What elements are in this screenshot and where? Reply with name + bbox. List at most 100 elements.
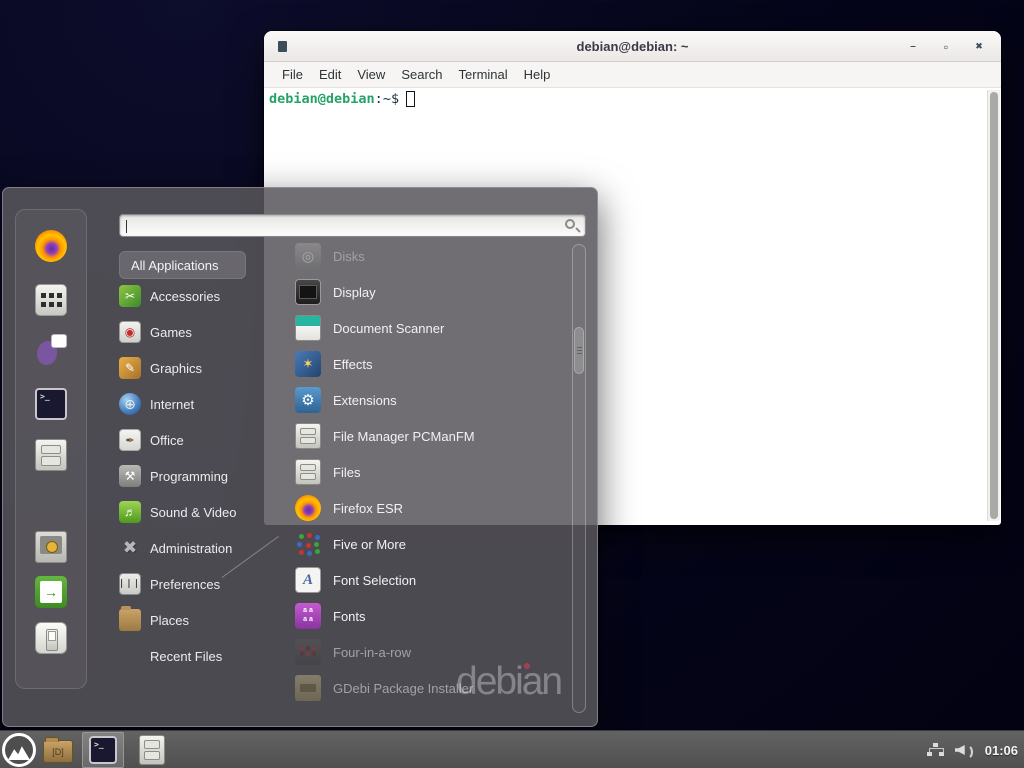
system-tray: 01:06 (927, 731, 1018, 768)
app-label: Fonts (333, 609, 366, 624)
category-item-games[interactable]: Games (119, 314, 271, 350)
favorite-file-manager[interactable] (35, 439, 67, 471)
favorite-pidgin[interactable] (35, 333, 67, 365)
category-item-places[interactable]: Places (119, 602, 271, 638)
app-item-fonts[interactable]: Fonts (283, 598, 570, 634)
file-manager-icon (295, 423, 321, 449)
administration-icon (119, 537, 141, 559)
lock-screen-icon (35, 531, 67, 563)
category-item-recent-files[interactable]: Recent Files (119, 638, 271, 674)
effects-icon (295, 351, 321, 377)
app-item-disks: Disks (283, 238, 570, 274)
category-label: Graphics (150, 361, 202, 376)
network-icon[interactable] (927, 743, 944, 758)
close-button[interactable] (967, 36, 991, 58)
prompt-symbol: $ (391, 91, 399, 107)
app-label: Font Selection (333, 573, 416, 588)
category-item-graphics[interactable]: Graphics (119, 350, 271, 386)
category-item-preferences[interactable]: Preferences (119, 566, 271, 602)
terminal-scrollbar[interactable] (987, 90, 1000, 521)
search-input[interactable] (120, 215, 585, 236)
menu-scrollbar[interactable] (572, 244, 586, 713)
category-item-sound-video[interactable]: Sound & Video (119, 494, 271, 530)
terminal-menu-file[interactable]: File (274, 67, 311, 82)
app-label: Display (333, 285, 376, 300)
app-label: Extensions (333, 393, 397, 408)
terminal-menu-help[interactable]: Help (516, 67, 559, 82)
category-item-accessories[interactable]: Accessories (119, 278, 271, 314)
app-label: Five or More (333, 537, 406, 552)
gdebi-icon (295, 675, 321, 701)
favorite-shutdown[interactable] (35, 622, 67, 654)
app-item-gdebi-package-installer: GDebi Package Installer (283, 670, 570, 706)
sound-video-icon (119, 501, 141, 523)
favorite-firefox[interactable] (35, 230, 67, 262)
minimize-button[interactable] (901, 36, 925, 58)
disks-icon (295, 243, 321, 269)
category-item-administration[interactable]: Administration (119, 530, 271, 566)
favorite-lock-screen[interactable] (35, 531, 67, 563)
menu-scrollbar-thumb[interactable] (574, 327, 584, 374)
category-item-office[interactable]: Office (119, 422, 271, 458)
category-label: Administration (150, 541, 232, 556)
category-label: Recent Files (150, 649, 222, 664)
app-item-display[interactable]: Display (283, 274, 570, 310)
volume-icon[interactable] (955, 743, 974, 757)
app-label: Document Scanner (333, 321, 444, 336)
app-item-files[interactable]: Files (283, 454, 570, 490)
category-item-internet[interactable]: Internet (119, 386, 271, 422)
terminal-titlebar[interactable]: debian@debian: ~ (264, 31, 1001, 62)
prompt-separator: : (375, 91, 383, 107)
app-item-firefox-esr[interactable]: Firefox ESR (283, 490, 570, 526)
maximize-button[interactable] (934, 36, 958, 58)
app-item-document-scanner[interactable]: Document Scanner (283, 310, 570, 346)
favorite-terminal[interactable] (35, 388, 67, 420)
app-item-file-manager-pcmanfm[interactable]: File Manager PCManFM (283, 418, 570, 454)
terminal-title: debian@debian: ~ (264, 39, 1001, 54)
terminal-scrollbar-thumb[interactable] (990, 92, 998, 519)
app-item-five-or-more[interactable]: Five or More (283, 526, 570, 562)
application-list: Disks Display Document Scanner Effects Exten… (283, 238, 570, 706)
category-item-programming[interactable]: Programming (119, 458, 271, 494)
four-in-a-row-icon (295, 639, 321, 665)
category-all-applications[interactable]: All Applications (119, 251, 246, 279)
category-label: Preferences (150, 577, 220, 592)
terminal-menu-search[interactable]: Search (393, 67, 450, 82)
pidgin-icon (35, 333, 67, 365)
app-label: Files (333, 465, 360, 480)
category-label: Office (150, 433, 184, 448)
desktop: debian@debian: ~ FileEditViewSearchTermi… (0, 0, 1024, 768)
category-list: Accessories Games Graphics Internet Office Pr… (119, 278, 271, 674)
firefox-icon (35, 230, 67, 262)
preferences-icon (119, 573, 141, 595)
terminal-menu-view[interactable]: View (349, 67, 393, 82)
terminal-menu-edit[interactable]: Edit (311, 67, 349, 82)
app-label: GDebi Package Installer (333, 681, 473, 696)
category-label: Games (150, 325, 192, 340)
menu-button[interactable] (2, 733, 36, 767)
terminal-prompt: debian@debian:~$ (269, 91, 415, 107)
favorite-logout[interactable] (35, 576, 67, 608)
app-item-extensions[interactable]: Extensions (283, 382, 570, 418)
taskbar-files-button[interactable] (136, 734, 168, 766)
app-label: Firefox ESR (333, 501, 403, 516)
document-scanner-icon (295, 315, 321, 341)
app-item-font-selection[interactable]: Font Selection (283, 562, 570, 598)
app-label: Disks (333, 249, 365, 264)
app-item-effects[interactable]: Effects (283, 346, 570, 382)
clock[interactable]: 01:06 (985, 743, 1018, 758)
file-manager-icon (35, 439, 67, 471)
places-icon (119, 609, 141, 631)
distro-logo-icon (2, 733, 36, 767)
favorite-keyboard[interactable] (35, 284, 67, 316)
logout-icon (35, 576, 67, 608)
search-icon (565, 219, 575, 229)
app-label: File Manager PCManFM (333, 429, 475, 444)
terminal-menu-terminal[interactable]: Terminal (451, 67, 516, 82)
taskbar-file-manager-button[interactable] (42, 734, 74, 766)
category-label: Sound & Video (150, 505, 237, 520)
category-label: Accessories (150, 289, 220, 304)
programming-icon (119, 465, 141, 487)
taskbar-terminal-button[interactable] (82, 732, 124, 768)
terminal-menubar: FileEditViewSearchTerminalHelp (264, 62, 1001, 88)
